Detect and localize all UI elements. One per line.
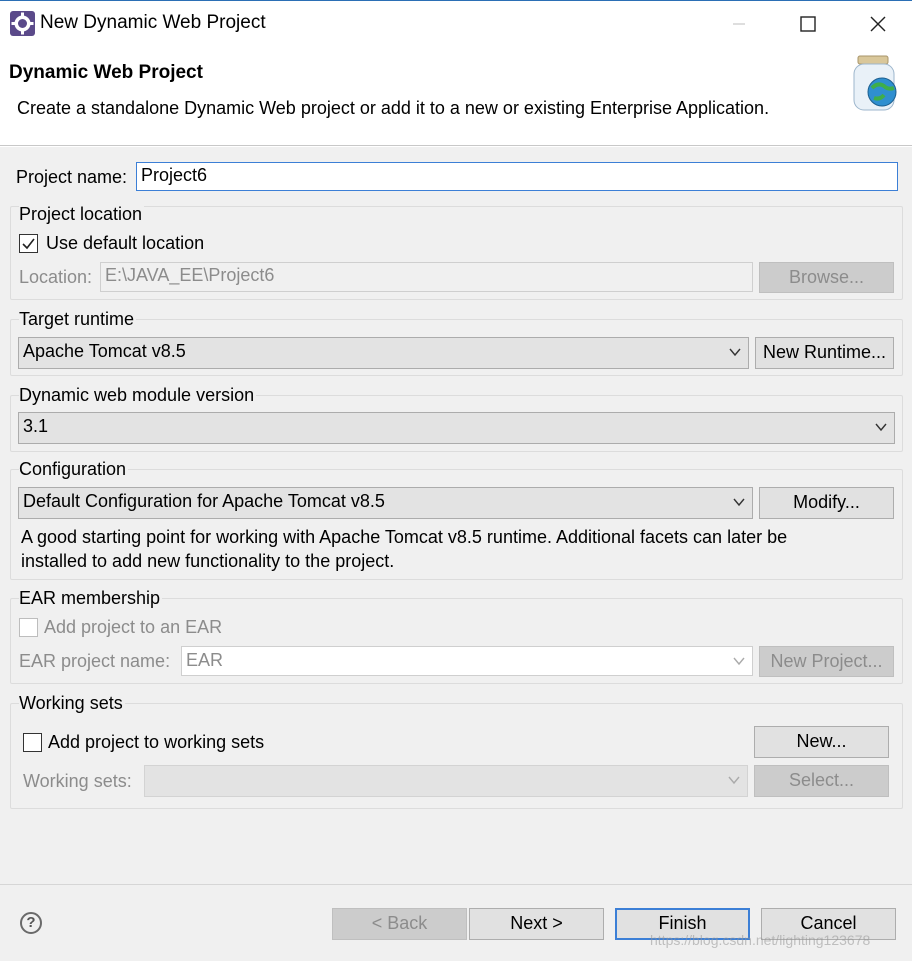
project-name-label: Project name: bbox=[16, 167, 128, 187]
web-project-jar-globe-icon bbox=[853, 55, 897, 111]
chevron-down-icon bbox=[728, 776, 740, 785]
back-button[interactable]: < Back bbox=[332, 908, 467, 940]
next-button[interactable]: Next > bbox=[469, 908, 604, 940]
close-button[interactable] bbox=[843, 1, 912, 46]
working-sets-select[interactable] bbox=[144, 765, 748, 797]
target-runtime-selected: Apache Tomcat v8.5 bbox=[23, 341, 186, 361]
add-to-working-sets-label: Add project to working sets bbox=[48, 732, 265, 752]
module-version-selected: 3.1 bbox=[23, 416, 49, 436]
project-location-group-label: Project location bbox=[19, 204, 145, 225]
target-runtime-select[interactable]: Apache Tomcat v8.5 bbox=[18, 337, 749, 369]
location-label: Location: bbox=[19, 267, 93, 287]
close-icon bbox=[870, 16, 886, 31]
module-version-group-label: Dynamic web module version bbox=[19, 385, 257, 406]
browse-button[interactable]: Browse... bbox=[759, 262, 894, 293]
add-to-working-sets-checkbox[interactable] bbox=[23, 733, 42, 752]
new-ear-project-button[interactable]: New Project... bbox=[759, 646, 894, 677]
project-name-input[interactable]: Project6 bbox=[136, 162, 898, 191]
minimize-icon bbox=[733, 22, 745, 25]
chevron-down-icon bbox=[875, 423, 887, 432]
module-version-select[interactable]: 3.1 bbox=[18, 412, 895, 444]
ear-membership-group-label: EAR membership bbox=[19, 588, 163, 609]
select-working-sets-button[interactable]: Select... bbox=[754, 765, 889, 797]
new-runtime-button[interactable]: New Runtime... bbox=[755, 337, 894, 369]
configuration-group-label: Configuration bbox=[19, 459, 129, 480]
page-heading: Dynamic Web Project bbox=[9, 62, 203, 83]
maximize-button[interactable] bbox=[773, 1, 843, 46]
eclipse-gear-icon bbox=[10, 11, 35, 36]
minimize-button[interactable] bbox=[704, 1, 774, 46]
add-to-ear-label: Add project to an EAR bbox=[44, 617, 223, 637]
ear-project-name-value: EAR bbox=[186, 650, 224, 670]
use-default-location-checkbox[interactable] bbox=[19, 234, 38, 253]
chevron-down-icon bbox=[729, 348, 741, 357]
checkmark-icon bbox=[22, 238, 35, 250]
new-working-set-button[interactable]: New... bbox=[754, 726, 889, 758]
maximize-icon bbox=[800, 15, 816, 32]
ear-project-name-label: EAR project name: bbox=[19, 651, 171, 671]
use-default-location-label: Use default location bbox=[46, 233, 205, 253]
watermark-text: https://blog.csdn.net/lighting123678 bbox=[650, 932, 871, 948]
page-description: Create a standalone Dynamic Web project … bbox=[17, 98, 770, 118]
ear-project-name-select[interactable]: EAR bbox=[181, 646, 753, 676]
configuration-selected: Default Configuration for Apache Tomcat … bbox=[23, 491, 385, 511]
add-to-ear-checkbox[interactable] bbox=[19, 618, 38, 637]
target-runtime-group-label: Target runtime bbox=[19, 309, 137, 330]
chevron-down-icon bbox=[733, 498, 745, 507]
location-input[interactable]: E:\JAVA_EE\Project6 bbox=[100, 262, 753, 292]
title-bar: New Dynamic Web Project bbox=[0, 0, 912, 46]
window-title: New Dynamic Web Project bbox=[40, 12, 266, 33]
modify-button[interactable]: Modify... bbox=[759, 487, 894, 519]
configuration-select[interactable]: Default Configuration for Apache Tomcat … bbox=[18, 487, 753, 519]
working-sets-group-label: Working sets bbox=[19, 693, 125, 714]
working-sets-label: Working sets: bbox=[23, 771, 132, 791]
help-question-icon[interactable]: ? bbox=[20, 912, 42, 934]
configuration-description-line2: installed to add new functionality to th… bbox=[21, 551, 395, 571]
wizard-banner: Dynamic Web Project Create a standalone … bbox=[0, 46, 912, 146]
configuration-description-line1: A good starting point for working with A… bbox=[21, 527, 788, 547]
chevron-down-icon bbox=[733, 657, 745, 666]
